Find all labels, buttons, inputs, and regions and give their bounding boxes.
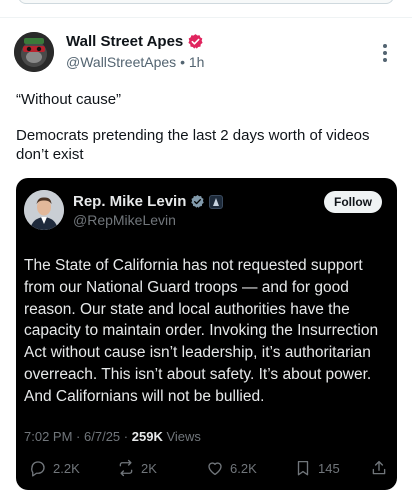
author-handle-row: @WallStreetApes • 1h (66, 54, 204, 70)
repost-button[interactable]: 2K (117, 457, 157, 479)
verified-badge-icon (188, 34, 203, 49)
follow-button[interactable]: Follow (324, 191, 382, 213)
quoted-post-text: The State of California has not requeste… (24, 257, 379, 405)
views-label: Views (166, 429, 201, 444)
post-text-line-2: Democrats pretending the last 2 days wor… (16, 127, 370, 163)
previous-post-edge (0, 0, 412, 18)
action-bar: 2.2K 2K 6.2K 145 (24, 457, 392, 479)
author-name[interactable]: Wall Street Apes (66, 33, 183, 50)
reply-button[interactable]: 2.2K (29, 457, 80, 479)
post-text-line-1: “Without cause” (16, 91, 122, 108)
quoted-author-avatar[interactable] (24, 190, 64, 230)
author-avatar[interactable] (14, 32, 54, 72)
share-icon (372, 460, 386, 475)
share-button[interactable] (370, 457, 388, 479)
quoted-post-card[interactable]: Rep. Mike Levin @RepMikeLevin Follow The… (16, 178, 397, 490)
quoted-author-handle[interactable]: @RepMikeLevin (73, 212, 176, 228)
quoted-post-date[interactable]: 6/7/25 (84, 429, 120, 444)
bookmark-count: 145 (318, 460, 340, 476)
quoted-post-time[interactable]: 7:02 PM (24, 429, 72, 444)
reply-icon (31, 461, 45, 477)
reply-count: 2.2K (53, 460, 80, 476)
repost-icon (119, 459, 133, 477)
previous-post-pill (18, 0, 394, 4)
bookmark-button[interactable]: 145 (294, 457, 340, 479)
bookmark-icon (297, 460, 309, 476)
like-count: 6.2K (230, 460, 257, 476)
meta-separator-1: · (76, 429, 81, 444)
post-text: “Without cause” Democrats pretending the… (16, 90, 400, 181)
quoted-post-meta: 7:02 PM · 6/7/25 · 259K Views (24, 429, 201, 444)
post-time[interactable]: 1h (189, 54, 205, 70)
meta-separator: • (180, 54, 185, 70)
more-options-icon[interactable] (378, 42, 392, 64)
repost-count: 2K (141, 460, 157, 476)
gray-verified-badge-icon (191, 194, 205, 208)
like-icon (208, 462, 222, 476)
government-flag-icon (209, 194, 224, 209)
like-button[interactable]: 6.2K (206, 457, 257, 479)
author-handle[interactable]: @WallStreetApes (66, 54, 176, 70)
meta-separator-2: · (123, 429, 129, 444)
quoted-author-name[interactable]: Rep. Mike Levin (73, 193, 186, 210)
views-count: 259K (131, 429, 163, 444)
